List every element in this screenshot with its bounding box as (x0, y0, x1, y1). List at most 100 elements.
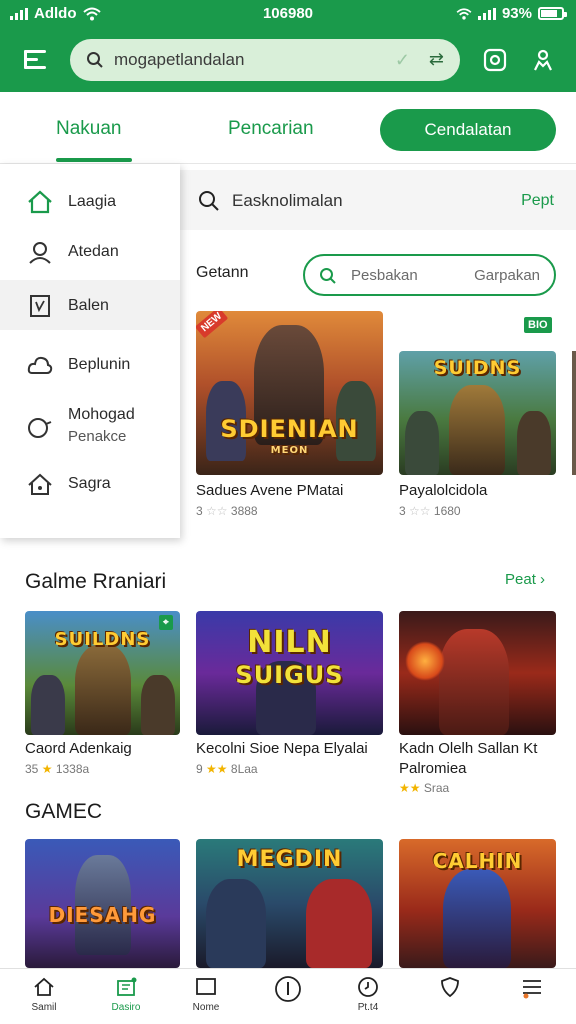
chevron-right-icon: › (540, 571, 546, 588)
tab-nakuan[interactable]: Nakuan (56, 118, 122, 140)
tab-pencarian[interactable]: Pencarian (228, 118, 314, 140)
game-rating: 9 ★★ 8Laa (196, 762, 258, 776)
side-menu-label: Atedan (68, 243, 119, 260)
search-icon (87, 52, 103, 68)
side-menu-item-6[interactable]: Sagra (0, 458, 180, 508)
battery-icon (538, 7, 567, 20)
content-search-strip[interactable]: Easknolimalan Pept (180, 170, 576, 230)
shield-icon (441, 977, 459, 998)
menu-button[interactable] (22, 46, 50, 74)
menu-icon (523, 980, 541, 999)
review-count: 3888 (230, 504, 258, 518)
status-bar: Adldo 106980 93% (0, 0, 576, 28)
section-see-more[interactable]: Peat › (505, 571, 545, 588)
game-thumbnail[interactable]: DIESAHG (25, 839, 180, 968)
side-menu-sublabel: Penakce (68, 428, 127, 445)
side-menu-label: Sagra (68, 475, 111, 492)
home-icon (34, 977, 54, 996)
thumbnail-art-title: CALHIN (432, 849, 523, 873)
person-icon (29, 242, 51, 264)
scan-icon[interactable]: ⇄ (429, 49, 444, 70)
review-count: 1338a (55, 762, 90, 776)
nav-item-4[interactable] (258, 975, 318, 1018)
signal-icon (477, 7, 496, 20)
square-icon (196, 978, 216, 995)
store-icon (117, 977, 137, 996)
side-menu-label: Laagia (68, 193, 117, 210)
camera-icon[interactable] (482, 47, 508, 73)
thumbnail-art-title: SUILDNS (54, 629, 151, 650)
search-bar[interactable]: mogapetlandalan ✓ ⇄ (70, 39, 460, 81)
game-title[interactable]: Kadn Olelh Sallan Kt (399, 739, 537, 758)
side-menu-item-2[interactable]: Atedan (0, 226, 180, 276)
rating-value: 9 (196, 762, 203, 776)
game-title[interactable]: Payalolcidola (399, 481, 487, 500)
rating-value: 3 (399, 504, 406, 518)
side-menu-label: Beplunin (68, 356, 131, 373)
section-title: Galme Rraniari (25, 570, 167, 593)
game-thumbnail[interactable]: SUIDNS (399, 351, 556, 475)
review-count: 8Laa (230, 762, 258, 776)
game-thumbnail[interactable] (399, 611, 556, 735)
thumbnail-art-title: DIESAHG (48, 903, 157, 927)
bottom-nav: Samil Dasiro Nome Pt.t4 (0, 968, 576, 1024)
nav-label: Nome (192, 1002, 220, 1013)
star-icon: ☆☆ (409, 504, 431, 518)
side-menu-item-4[interactable]: Beplunin (0, 339, 180, 389)
cloud-icon (27, 356, 53, 374)
side-menu-item-1[interactable]: Laagia (0, 176, 180, 226)
game-rating: 3 ☆☆ 3888 (196, 504, 258, 518)
home-icon (28, 190, 52, 214)
game-thumbnail[interactable]: SDIENIAN MEON NEW (196, 311, 383, 475)
nav-item-5[interactable]: Pt.t4 (338, 975, 398, 1014)
game-rating: 3 ☆☆ 1680 (399, 504, 461, 518)
filter-search-input[interactable]: Pesbakan Garpakan (303, 254, 556, 296)
chat-icon (28, 418, 52, 438)
nav-item-2[interactable]: Dasiro (96, 975, 156, 1014)
filter-placeholder: Pesbakan (351, 267, 418, 284)
nav-item-1[interactable]: Samil (14, 975, 74, 1014)
tab-active-indicator (56, 158, 132, 162)
thumbnail-art-title: SUIDNS (433, 357, 522, 379)
document-icon (30, 295, 50, 317)
game-title[interactable]: Kecolni Sioe Nepa Elyalai (196, 739, 368, 758)
new-badge: NEW (196, 311, 229, 339)
side-menu-label: Balen (68, 297, 109, 314)
nav-item-6[interactable] (420, 975, 480, 1014)
thumbnail-art-title: MEGDIN (236, 847, 343, 872)
side-menu: Laagia Atedan Balen Beplunin Mohogad Pen… (0, 164, 180, 538)
content-search-link[interactable]: Pept (521, 192, 554, 210)
nav-label: Samil (31, 1002, 57, 1013)
nav-item-7[interactable] (502, 975, 562, 1014)
nav-item-3[interactable]: Nome (176, 975, 236, 1014)
thumbnail-art-subtitle: SUIGUS (235, 661, 344, 689)
house-lock-icon (28, 473, 52, 495)
star-icon: ★★ (206, 762, 228, 776)
nav-label (502, 1002, 562, 1014)
rating-value: 3 (196, 504, 203, 518)
wifi-icon (456, 7, 472, 20)
thumbnail-art-title: SDIENIAN (220, 415, 359, 443)
profile-icon[interactable] (530, 47, 556, 73)
star-icon: ☆☆ (206, 504, 228, 518)
game-thumbnail[interactable]: NILN SUIGUS (196, 611, 383, 735)
check-icon: ✓ (394, 50, 410, 70)
filter-title: Getann (196, 264, 249, 281)
game-title[interactable]: Caord Adenkaig (25, 739, 132, 758)
game-thumbnail[interactable]: SUILDNS ⌖ (25, 611, 180, 735)
top-tabs: Nakuan Pencarian Cendalatan (0, 92, 576, 164)
nav-label (420, 1002, 480, 1014)
side-menu-item-5[interactable]: Mohogad Penakce (0, 400, 180, 456)
game-rating: ★★ Sraa (399, 781, 449, 795)
category-badge: BIO (524, 317, 552, 333)
nav-label (258, 1006, 318, 1018)
star-icon: ★ (41, 762, 53, 776)
signup-button[interactable]: Cendalatan (380, 109, 556, 151)
game-thumbnail[interactable]: MEGDIN (196, 839, 383, 968)
app-bar: mogapetlandalan ✓ ⇄ (0, 28, 576, 92)
game-thumbnail[interactable]: CALHIN (399, 839, 556, 968)
side-menu-item-3[interactable]: Balen (0, 280, 180, 330)
game-rating: 35 ★ 1338a (25, 762, 89, 776)
game-title[interactable]: Sadues Avene PMatai (196, 481, 343, 500)
search-input[interactable]: mogapetlandalan (114, 50, 244, 70)
